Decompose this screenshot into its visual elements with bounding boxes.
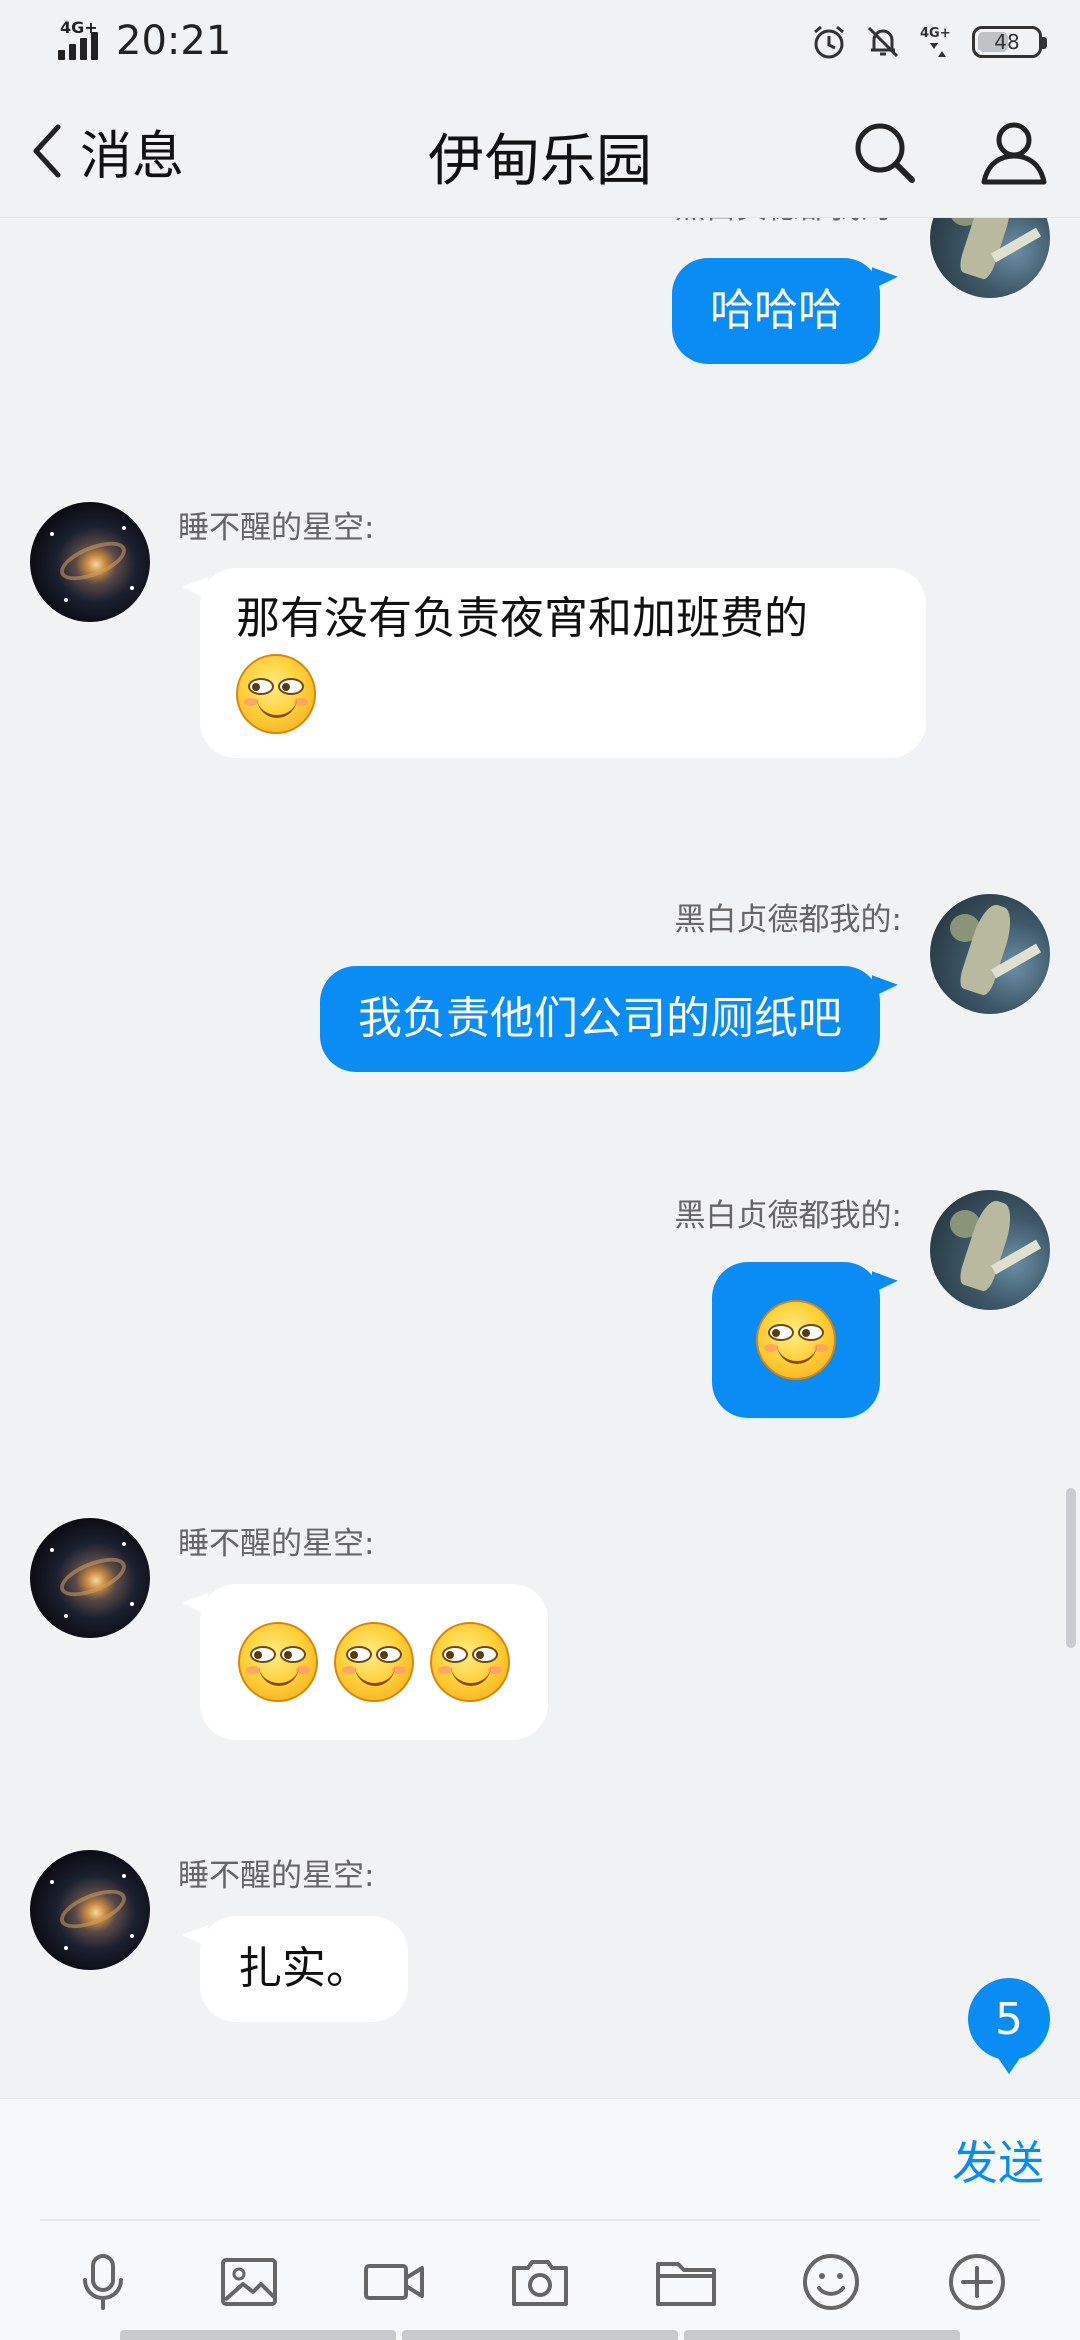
send-button[interactable]: 发送 — [952, 2127, 1044, 2193]
voice-button[interactable] — [68, 2247, 138, 2317]
video-button[interactable] — [359, 2247, 429, 2317]
unread-count-badge[interactable]: 5 — [968, 1978, 1050, 2074]
message-item: 睡不醒的星空: 那有没有负责夜宵和加班费的 — [0, 502, 1080, 822]
microphone-icon — [82, 2254, 123, 2310]
camera-button[interactable] — [505, 2247, 575, 2317]
sender-name: 睡不醒的星空: — [178, 1526, 375, 1562]
avatar[interactable] — [30, 1518, 150, 1638]
message-text: 那有没有负责夜宵和加班费的 — [236, 593, 808, 644]
plus-icon — [949, 2254, 1006, 2310]
sender-name: 黑白贞德都我的: — [674, 902, 902, 938]
message-bubble[interactable]: 那有没有负责夜宵和加班费的 — [200, 568, 926, 758]
search-icon — [855, 123, 915, 183]
video-icon — [364, 2264, 425, 2300]
message-bubble[interactable]: 我负责他们公司的厕纸吧 — [320, 966, 880, 1072]
input-area: 发送 — [0, 2098, 1080, 2340]
avatar[interactable] — [30, 1850, 150, 1970]
group-profile-button[interactable] — [976, 114, 1052, 190]
battery-icon: 48 — [972, 26, 1047, 58]
camera-icon — [511, 2260, 568, 2306]
battery-level: 48 — [994, 30, 1020, 54]
message-bubble[interactable]: 扎实。 — [200, 1916, 408, 2022]
alarm-icon — [810, 23, 848, 61]
smirk-emoji-icon — [430, 1622, 510, 1702]
message-text: 我负责他们公司的厕纸吧 — [358, 993, 842, 1044]
message-text: 哈哈哈 — [710, 285, 842, 336]
smirk-emoji-icon — [236, 653, 316, 734]
scrollbar[interactable] — [1066, 1488, 1076, 1648]
smirk-emoji-icon — [756, 1300, 836, 1380]
network-icon: 4G+ — [918, 23, 956, 61]
mute-bell-icon — [864, 23, 902, 61]
message-bubble[interactable] — [712, 1262, 880, 1418]
divider — [40, 2219, 1040, 2221]
sender-name: 睡不醒的星空: — [178, 510, 375, 546]
person-icon — [981, 122, 1047, 185]
emoji-icon — [803, 2254, 860, 2310]
message-bubble[interactable]: 哈哈哈 — [672, 258, 880, 364]
message-item: 睡不醒的星空: — [0, 1518, 1080, 1778]
message-item: 黑白贞德都我的: 我负责他们公司的厕纸吧 — [0, 894, 1080, 1114]
image-button[interactable] — [214, 2247, 284, 2317]
sender-name: 黑白贞德都我的: — [675, 218, 902, 227]
status-bar: 4G+ 20:21 4G+ 48 — [0, 0, 1080, 86]
file-button[interactable] — [651, 2247, 721, 2317]
smirk-emoji-icon — [238, 1622, 318, 1702]
nav-bar: 消息 伊甸乐园 — [0, 86, 1080, 218]
input-toolbar — [0, 2237, 1080, 2327]
avatar[interactable] — [930, 894, 1050, 1014]
message-item: 黑白贞德都我的: — [0, 1190, 1080, 1430]
more-button[interactable] — [942, 2247, 1012, 2317]
message-item: 黑白贞德都我的: 哈哈哈 — [0, 218, 1080, 438]
avatar[interactable] — [30, 502, 150, 622]
folder-icon — [655, 2262, 716, 2306]
gesture-bar — [120, 2330, 960, 2340]
avatar[interactable] — [930, 1190, 1050, 1310]
unread-count: 5 — [995, 1993, 1023, 2045]
search-button[interactable] — [846, 114, 922, 190]
sender-name: 黑白贞德都我的: — [674, 1198, 902, 1234]
sender-name: 睡不醒的星空: — [178, 1858, 375, 1894]
message-text: 扎实。 — [238, 1943, 370, 1994]
signal-icon: 4G+ — [58, 18, 106, 60]
status-icons: 4G+ 48 — [810, 18, 1047, 66]
message-item: 睡不醒的星空: 扎实。 — [0, 1850, 1080, 2070]
message-bubble[interactable] — [200, 1584, 548, 1740]
chat-area[interactable]: 黑白贞德都我的: 哈哈哈 睡不醒的星空: 那有没有负责夜宵和加班费的 黑白贞德都… — [0, 218, 1080, 2098]
avatar[interactable] — [930, 218, 1050, 298]
message-input[interactable] — [30, 2119, 890, 2199]
smirk-emoji-icon — [334, 1622, 414, 1702]
image-icon — [220, 2258, 277, 2306]
status-time: 20:21 — [116, 18, 232, 64]
emoji-button[interactable] — [796, 2247, 866, 2317]
svg-text:4G+: 4G+ — [920, 26, 951, 41]
